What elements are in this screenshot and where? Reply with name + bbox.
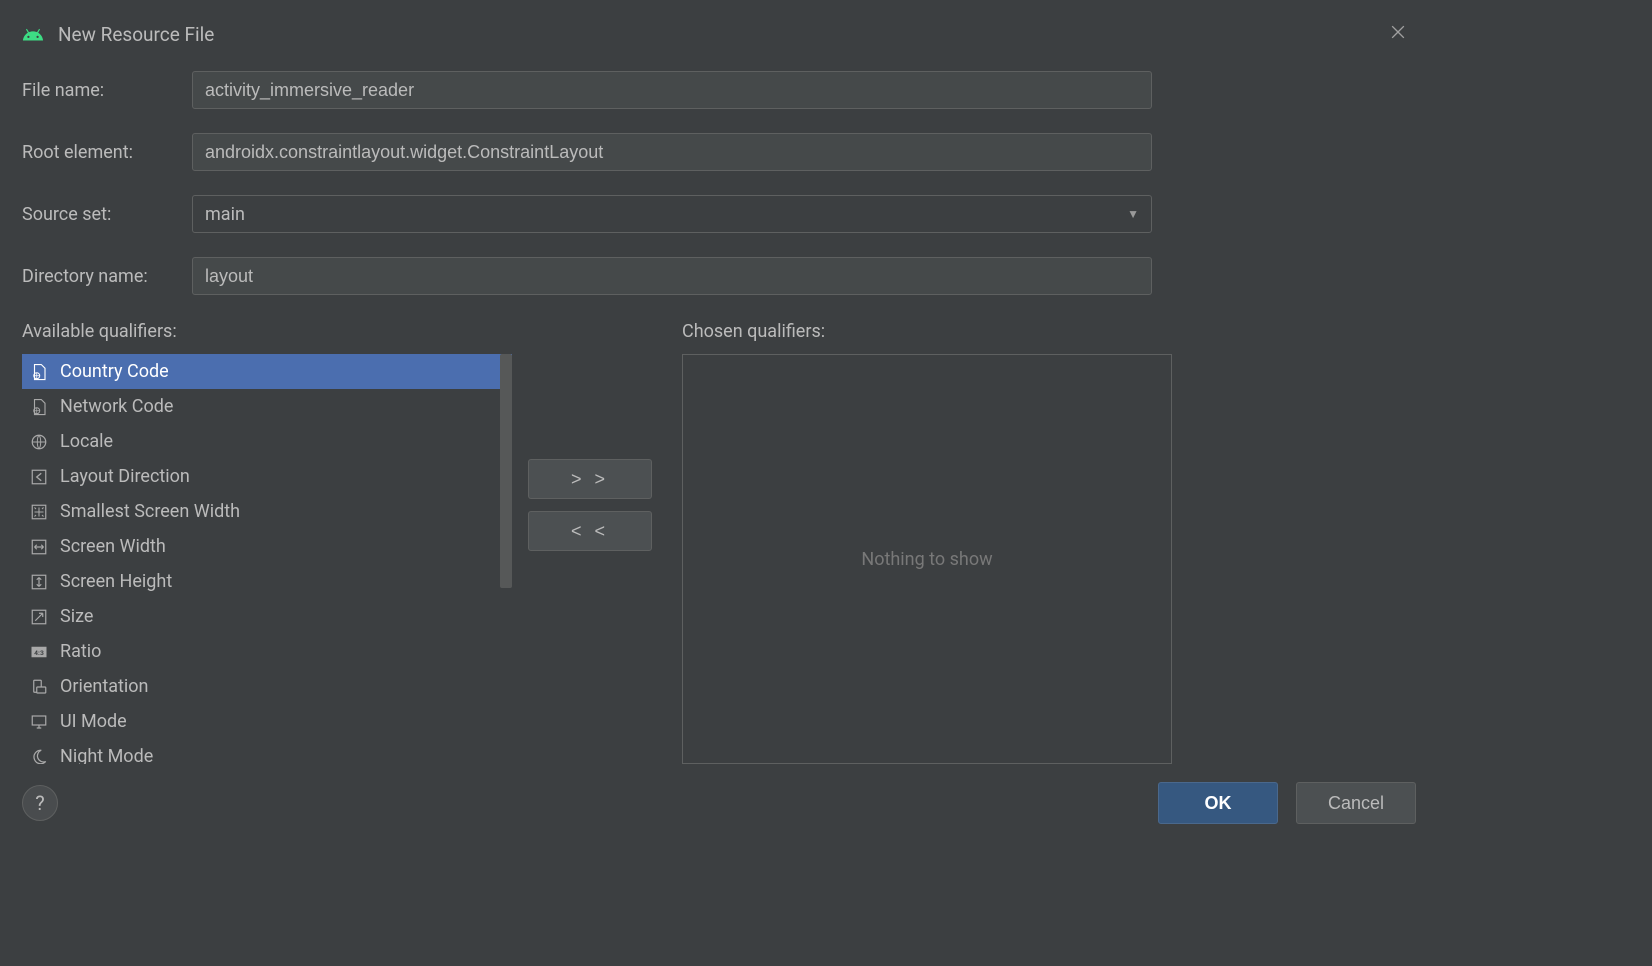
list-item[interactable]: UI Mode xyxy=(22,704,512,739)
empty-placeholder: Nothing to show xyxy=(861,549,992,570)
ratio-43-icon: 4:3 xyxy=(28,641,50,663)
available-qualifiers-list[interactable]: Country Code Network Code Locale Layout Dir… xyxy=(22,354,512,764)
source-set-label: Source set: xyxy=(22,204,192,225)
list-item-label: Country Code xyxy=(60,361,169,382)
available-qualifiers-header: Available qualifiers: xyxy=(22,321,512,342)
file-globe-icon xyxy=(28,361,50,383)
night-icon xyxy=(28,746,50,765)
chosen-qualifiers-list[interactable]: Nothing to show xyxy=(682,354,1172,764)
list-item[interactable]: Country Code xyxy=(22,354,512,389)
svg-text:4:3: 4:3 xyxy=(34,649,44,657)
file-name-input[interactable] xyxy=(192,71,1152,109)
arrows-v-icon xyxy=(28,571,50,593)
arrow-left-box-icon xyxy=(28,466,50,488)
root-element-input[interactable] xyxy=(192,133,1152,171)
list-item-label: Screen Height xyxy=(60,571,172,592)
chevron-down-icon: ▼ xyxy=(1127,207,1139,221)
list-item[interactable]: Smallest Screen Width xyxy=(22,494,512,529)
directory-name-input[interactable] xyxy=(192,257,1152,295)
list-item-label: Night Mode xyxy=(60,746,153,764)
monitor-icon xyxy=(28,711,50,733)
list-item[interactable]: Orientation xyxy=(22,669,512,704)
chosen-qualifiers-header: Chosen qualifiers: xyxy=(682,321,1172,342)
globe-icon xyxy=(28,431,50,453)
list-item-label: Layout Direction xyxy=(60,466,190,487)
list-item[interactable]: Screen Height xyxy=(22,564,512,599)
list-item-label: UI Mode xyxy=(60,711,127,732)
list-item-label: Locale xyxy=(60,431,113,452)
arrows-out-icon xyxy=(28,501,50,523)
list-item[interactable]: Network Code xyxy=(22,389,512,424)
ok-button[interactable]: OK xyxy=(1158,782,1278,824)
list-item[interactable]: Locale xyxy=(22,424,512,459)
list-item[interactable]: 4:3 Ratio xyxy=(22,634,512,669)
help-button[interactable]: ? xyxy=(22,785,58,821)
source-set-select[interactable]: main ▼ xyxy=(192,195,1152,233)
list-item[interactable]: Layout Direction xyxy=(22,459,512,494)
cancel-button[interactable]: Cancel xyxy=(1296,782,1416,824)
arrows-h-icon xyxy=(28,536,50,558)
remove-qualifier-button[interactable]: < < xyxy=(528,511,652,551)
list-item-label: Network Code xyxy=(60,396,173,417)
list-item-label: Smallest Screen Width xyxy=(60,501,240,522)
file-name-label: File name: xyxy=(22,80,192,101)
source-set-value: main xyxy=(205,204,245,225)
list-item-label: Screen Width xyxy=(60,536,166,557)
orientation-icon xyxy=(28,676,50,698)
root-element-label: Root element: xyxy=(22,142,192,163)
list-item-label: Size xyxy=(60,606,93,627)
close-icon[interactable] xyxy=(1380,18,1416,51)
list-item[interactable]: Size xyxy=(22,599,512,634)
list-item-label: Ratio xyxy=(60,641,101,662)
dialog-title: New Resource File xyxy=(58,23,214,46)
scrollbar-thumb[interactable] xyxy=(500,354,512,588)
list-item[interactable]: Night Mode xyxy=(22,739,512,764)
add-qualifier-button[interactable]: > > xyxy=(528,459,652,499)
file-globe-icon xyxy=(28,396,50,418)
directory-name-label: Directory name: xyxy=(22,266,192,287)
list-item[interactable]: Screen Width xyxy=(22,529,512,564)
android-icon xyxy=(22,24,44,46)
list-item-label: Orientation xyxy=(60,676,149,697)
arrow-expand-icon xyxy=(28,606,50,628)
